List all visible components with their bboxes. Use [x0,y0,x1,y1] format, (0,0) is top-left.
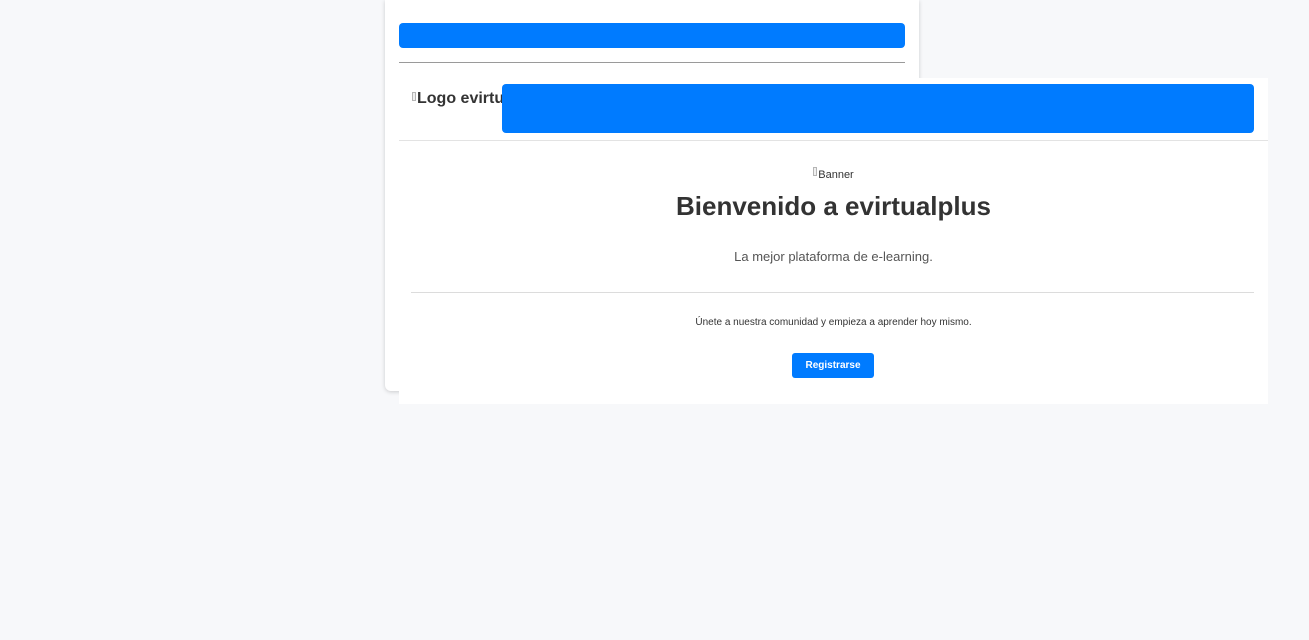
card-blue-bar [399,23,905,48]
banner-image: Banner [399,167,1268,181]
broken-image-icon [412,92,416,101]
register-button[interactable]: Registrarse [792,353,874,378]
navigation-bar[interactable] [502,84,1254,133]
page-subtitle: La mejor plataforma de e-learning. [734,249,933,264]
cta-message: Únete a nuestra comunidad y empieza a ap… [695,317,972,328]
banner-alt-text: Banner [818,169,854,181]
page-title: Bienvenido a evirtualplus [676,191,991,221]
main-panel: Logo evirtualplus Banner Bienvenido a ev… [399,78,1268,404]
card-divider [399,62,905,63]
section-divider [411,292,1254,293]
logo[interactable]: Logo evirtualplus [412,89,504,108]
broken-image-icon [813,167,818,176]
site-header: Logo evirtualplus [399,78,1268,141]
logo-alt-text: Logo evirtualplus [417,90,504,107]
